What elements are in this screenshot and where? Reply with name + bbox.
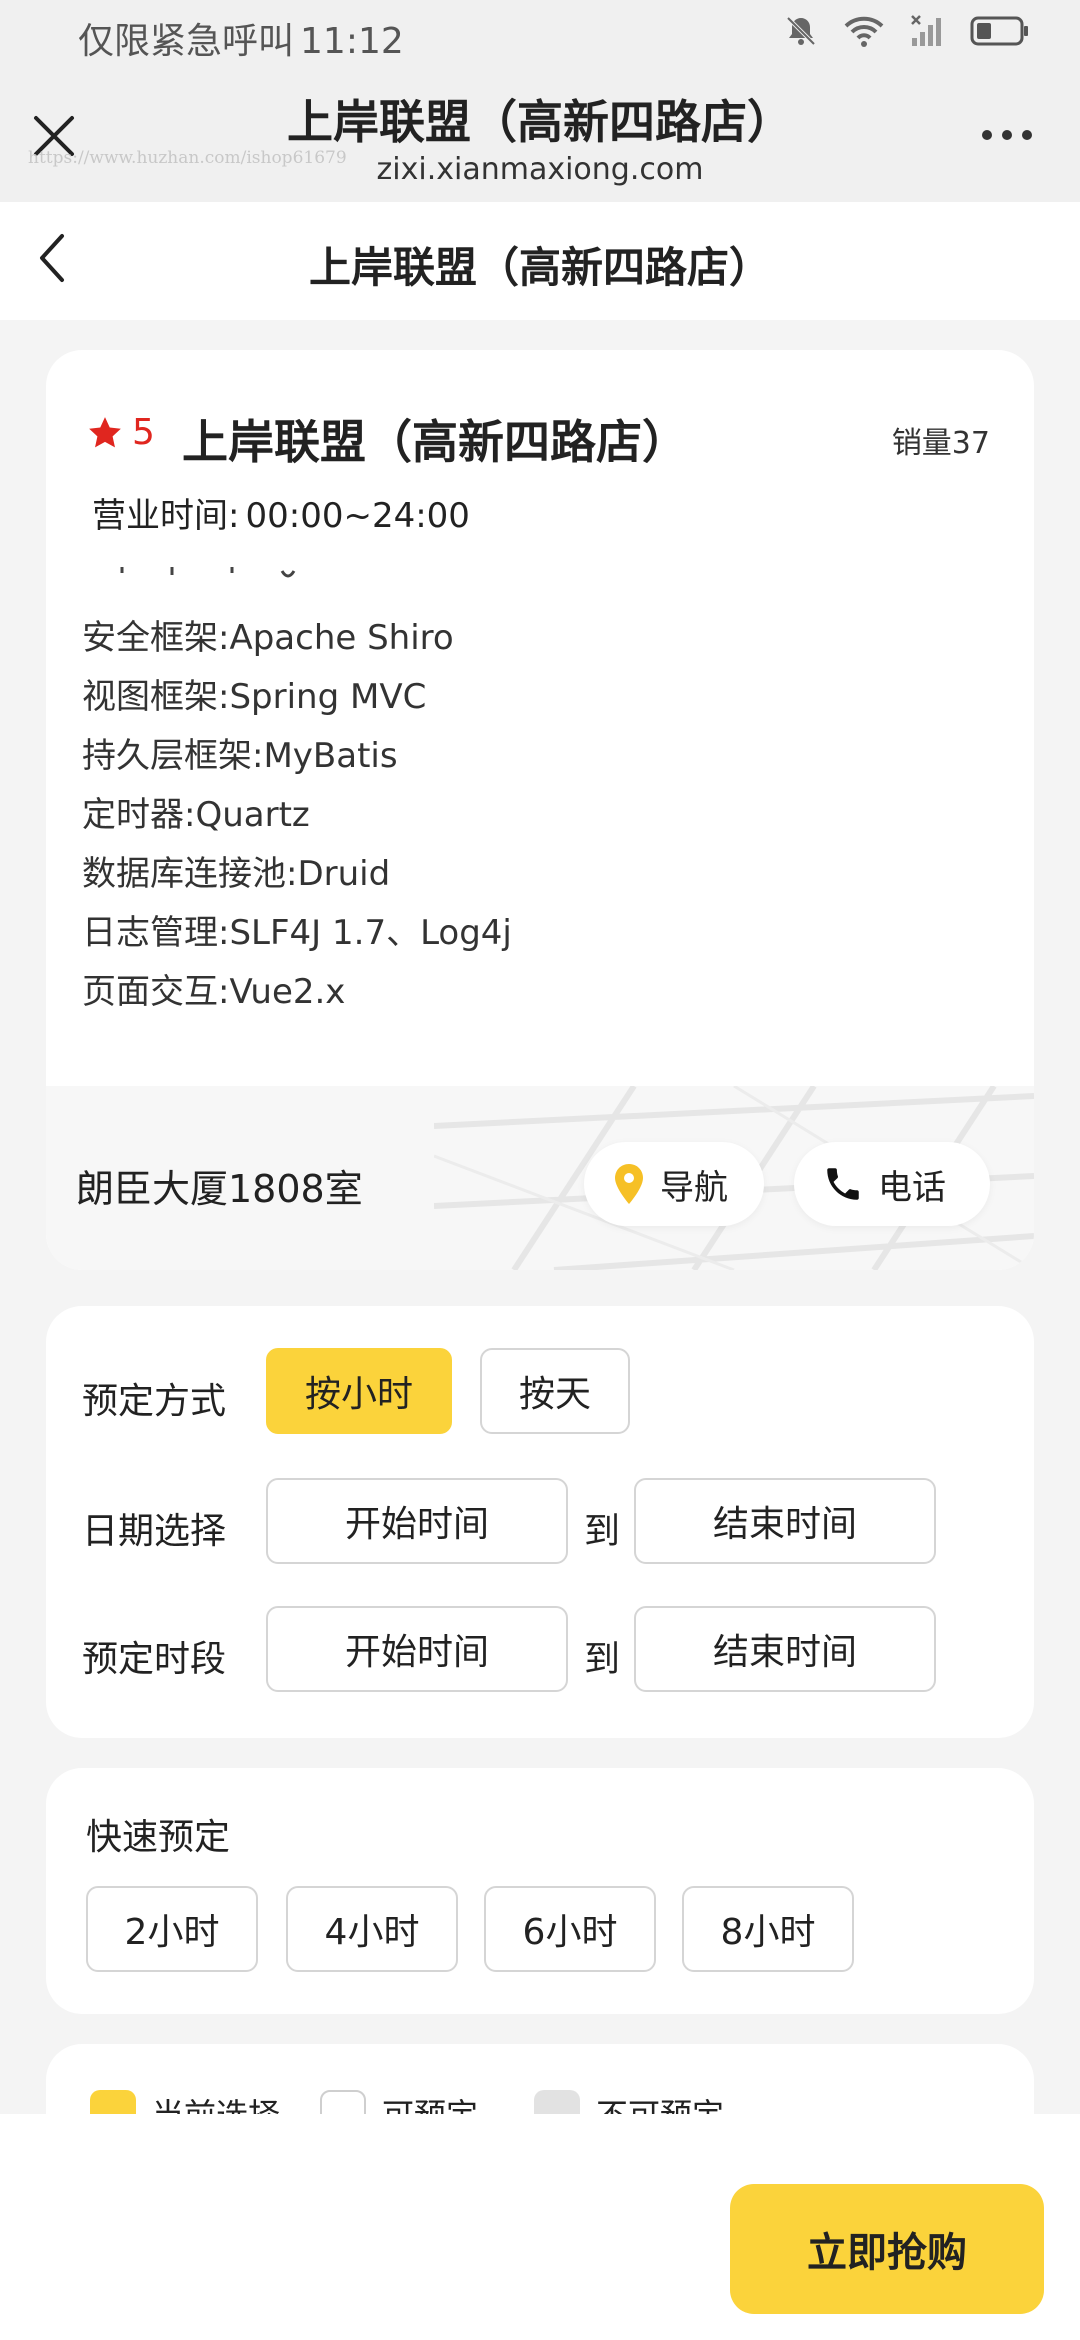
time-slot-label: 预定时段 (82, 1639, 227, 1680)
date-to-label: 到 (584, 1511, 621, 1552)
hours-value: 00:00~24:00 (245, 496, 470, 536)
booking-mode-label: 预定方式 (82, 1381, 227, 1422)
page-title: 上岸联盟（高新四路店） (308, 243, 771, 292)
cropped-line (82, 566, 382, 596)
sales-count: 销量37 (891, 426, 990, 461)
rating: 5 (86, 412, 155, 453)
hours-label: 营业时间: (92, 496, 240, 536)
call-button[interactable]: 电话 (794, 1142, 990, 1226)
business-hours: 营业时间: 00:00~24:00 (92, 488, 470, 537)
time-end-field[interactable]: 结束时间 (634, 1606, 936, 1692)
quick-option-6h[interactable]: 6小时 (484, 1886, 656, 1972)
time-to-label: 到 (584, 1639, 621, 1680)
navigate-button[interactable]: 导航 (584, 1142, 764, 1226)
booking-card: 预定方式 按小时 按天 日期选择 开始时间 到 结束时间 预定时段 开始时间 到… (46, 1306, 1034, 1738)
status-bar: 仅限紧急呼叫 11:12 (0, 0, 1080, 72)
location-pin-icon (615, 1164, 643, 1204)
desc-line: 视图框架:Spring MVC (82, 677, 427, 717)
quick-option-4h[interactable]: 4小时 (286, 1886, 458, 1972)
quick-option-2h[interactable]: 2小时 (86, 1886, 258, 1972)
date-end-field[interactable]: 结束时间 (634, 1478, 936, 1564)
bottom-bar: 立即抢购 (0, 2114, 1080, 2340)
battery-icon (970, 16, 1028, 46)
call-label: 电话 (878, 1167, 946, 1208)
date-start-field[interactable]: 开始时间 (266, 1478, 568, 1564)
status-carrier: 仅限紧急呼叫 11:12 (78, 12, 404, 64)
status-icons (784, 14, 1030, 48)
wifi-icon (844, 16, 884, 47)
quick-booking-card: 快速预定 2小时 4小时 6小时 8小时 (46, 1768, 1034, 2014)
mode-hour-button[interactable]: 按小时 (266, 1348, 452, 1434)
description-image: 安全框架:Apache Shiro 视图框架:Spring MVC 持久层框架:… (46, 566, 1034, 1086)
desc-line: 日志管理:SLF4J 1.7、Log4j (82, 913, 512, 953)
buy-now-button[interactable]: 立即抢购 (730, 2184, 1044, 2314)
more-icon[interactable] (982, 130, 1032, 140)
phone-icon (827, 1168, 859, 1200)
quick-booking-title: 快速预定 (86, 1817, 231, 1858)
carrier-text: 仅限紧急呼叫 (78, 21, 295, 62)
shop-address: 朗臣大厦1808室 (76, 1167, 363, 1211)
star-icon (89, 416, 121, 447)
page-header: 上岸联盟（高新四路店） (0, 202, 1080, 320)
signal-icon (911, 15, 941, 46)
rating-value: 5 (132, 412, 155, 453)
date-label: 日期选择 (82, 1511, 227, 1552)
shop-card: 5 上岸联盟（高新四路店） 销量37 营业时间: 00:00~24:00 安全框架… (46, 350, 1034, 1270)
desc-line: 安全框架:Apache Shiro (82, 618, 454, 658)
bell-off-icon (786, 16, 816, 46)
desc-line: 持久层框架:MyBatis (82, 736, 398, 776)
status-time: 11:12 (300, 21, 404, 62)
navigate-label: 导航 (660, 1167, 728, 1208)
time-start-field[interactable]: 开始时间 (266, 1606, 568, 1692)
mode-day-button[interactable]: 按天 (480, 1348, 630, 1434)
browser-url: zixi.xianmaxiong.com (376, 152, 704, 187)
browser-title: 上岸联盟（高新四路店） (287, 95, 793, 149)
desc-line: 页面交互:Vue2.x (82, 972, 346, 1012)
desc-line: 数据库连接池:Druid (82, 854, 391, 894)
shop-name: 上岸联盟（高新四路店） (182, 415, 688, 469)
quick-option-8h[interactable]: 8小时 (682, 1886, 854, 1972)
desc-line: 定时器:Quartz (82, 795, 310, 835)
browser-bar: https://www.huzhan.com/ishop61679 上岸联盟（高… (0, 72, 1080, 202)
